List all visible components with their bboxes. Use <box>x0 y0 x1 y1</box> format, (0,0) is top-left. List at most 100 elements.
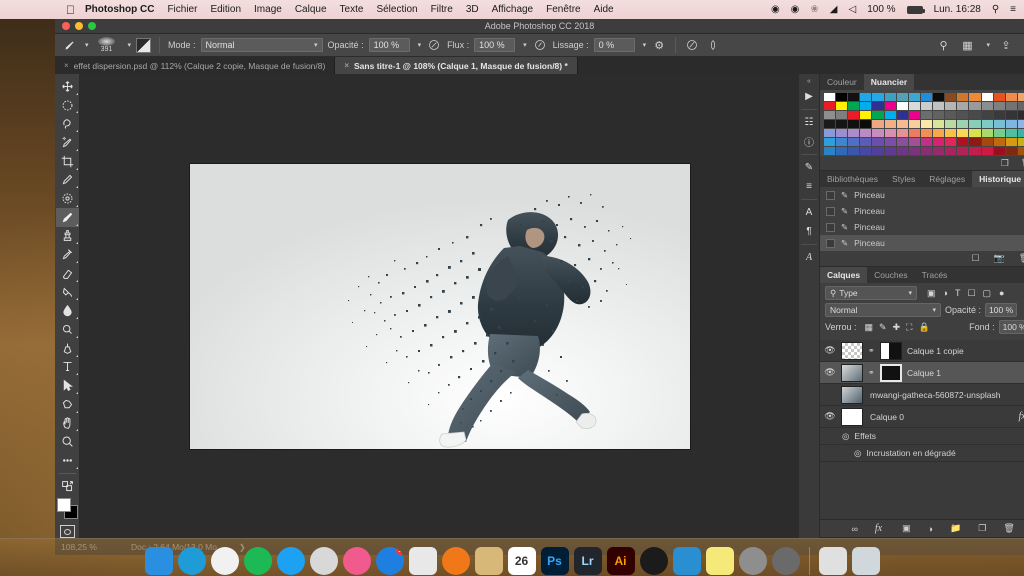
eye-icon[interactable]: ◎ <box>854 448 861 459</box>
tab-calques[interactable]: Calques <box>820 267 868 283</box>
hand-tool[interactable] <box>56 414 79 433</box>
color-swatch[interactable] <box>836 138 849 147</box>
eye-icon[interactable]: 👁 <box>824 367 836 378</box>
layer-effects-group[interactable]: ◎ Effets <box>820 428 1024 445</box>
battery-icon[interactable] <box>906 5 925 14</box>
color-swatch[interactable] <box>1017 129 1024 138</box>
shape-tool[interactable] <box>56 395 79 414</box>
link-icon[interactable]: ⚭ <box>868 346 875 355</box>
link-icon[interactable]: ⚭ <box>868 368 875 377</box>
close-icon[interactable]: × <box>64 61 69 70</box>
color-swatch[interactable] <box>957 93 970 102</box>
glyphs-icon[interactable]: A <box>799 248 819 267</box>
color-swatch[interactable] <box>981 138 994 147</box>
opacity-caret-icon[interactable]: ▾ <box>418 41 422 49</box>
wifi-icon[interactable]: ◢ <box>830 4 838 15</box>
color-swatch[interactable] <box>933 111 946 120</box>
color-swatch[interactable] <box>848 147 861 156</box>
menu-item-3d[interactable]: 3D <box>466 4 479 15</box>
menu-item-image[interactable]: Image <box>254 4 282 15</box>
dock-item-lightroom[interactable]: Lr <box>573 547 602 575</box>
record-icon[interactable]: ◉ <box>771 4 780 15</box>
quick-selection-tool[interactable] <box>56 133 79 152</box>
color-swatch[interactable] <box>872 147 885 156</box>
color-swatches[interactable] <box>56 498 78 520</box>
layer-effect-item[interactable]: ◎ Incrustation en dégradé <box>820 445 1024 462</box>
color-swatch[interactable] <box>848 111 861 120</box>
layer-fill-input[interactable]: 100 % <box>998 320 1024 334</box>
layer-filter-select[interactable]: ⚲ Type ▾ <box>825 286 917 300</box>
dock-item-chrome[interactable] <box>210 547 239 575</box>
color-swatch[interactable] <box>896 102 909 111</box>
color-swatch[interactable] <box>945 147 958 156</box>
layer-mask-thumbnail[interactable] <box>880 341 902 360</box>
tab-historique[interactable]: Historique <box>972 171 1024 187</box>
color-swatch[interactable] <box>908 111 921 120</box>
table-row[interactable]: 👁 Calque 0 fx ▴ <box>820 406 1024 428</box>
color-swatch[interactable] <box>957 120 970 129</box>
info-icon[interactable]: ⓘ <box>799 132 819 151</box>
color-swatch[interactable] <box>993 111 1006 120</box>
color-swatch[interactable] <box>1017 111 1024 120</box>
color-swatch[interactable] <box>836 102 849 111</box>
history-item[interactable]: ✎ Pinceau <box>820 219 1024 235</box>
color-swatch[interactable] <box>969 102 982 111</box>
color-swatch[interactable] <box>981 111 994 120</box>
color-swatch[interactable] <box>872 111 885 120</box>
lock-all-icon[interactable]: 🔒 <box>918 322 929 333</box>
menu-app-name[interactable]: Photoshop CC <box>85 4 154 15</box>
dock-item-downloads-stack[interactable] <box>818 547 847 575</box>
color-swatch[interactable] <box>945 111 958 120</box>
color-swatch[interactable] <box>957 138 970 147</box>
swatches-grid[interactable] <box>824 93 1024 156</box>
color-swatch[interactable] <box>957 147 970 156</box>
color-swatch[interactable] <box>957 102 970 111</box>
lock-transparent-icon[interactable]: ▦ <box>865 322 874 333</box>
adjustment-layer-icon[interactable]: ◑ <box>928 524 933 534</box>
smart-object-filter-icon[interactable]: ▢ <box>983 288 992 299</box>
eyedropper-tool[interactable] <box>56 171 79 190</box>
dock-item-calendar[interactable]: 26 <box>507 547 536 575</box>
color-swatch[interactable] <box>884 102 897 111</box>
mode-select[interactable]: Normal ▾ <box>200 38 323 52</box>
color-swatch[interactable] <box>993 138 1006 147</box>
trash-icon[interactable]: 🗑 <box>1003 523 1014 534</box>
new-layer-icon[interactable]: ❐ <box>978 523 986 534</box>
color-swatch[interactable] <box>860 93 873 102</box>
color-swatch[interactable] <box>872 129 885 138</box>
type-filter-icon[interactable]: T <box>955 288 961 298</box>
color-swatch[interactable] <box>969 147 982 156</box>
color-swatch[interactable] <box>993 93 1006 102</box>
color-swatch[interactable] <box>884 129 897 138</box>
color-swatch[interactable] <box>824 138 837 147</box>
search-icon[interactable]: ⚲ <box>992 4 999 15</box>
color-swatch[interactable] <box>824 129 837 138</box>
color-swatch[interactable] <box>872 102 885 111</box>
color-swatch[interactable] <box>920 111 934 120</box>
color-swatch[interactable] <box>993 120 1006 129</box>
color-swatch[interactable] <box>884 147 897 156</box>
move-tool[interactable] <box>56 77 79 96</box>
color-swatch[interactable] <box>945 138 958 147</box>
tab-styles[interactable]: Styles <box>885 171 922 187</box>
zoom-tool[interactable] <box>56 432 79 451</box>
color-swatch[interactable] <box>945 120 958 129</box>
color-swatch[interactable] <box>860 129 873 138</box>
share-icon[interactable]: ⇪ <box>998 37 1014 53</box>
history-item[interactable]: ✎ Pinceau <box>820 235 1024 251</box>
color-swatch[interactable] <box>920 102 934 111</box>
color-swatch[interactable] <box>824 102 837 111</box>
type-tool[interactable] <box>56 358 79 377</box>
color-swatch[interactable] <box>981 120 994 129</box>
adjustment-filter-icon[interactable]: ◑ <box>943 288 948 298</box>
menu-item-fenetre[interactable]: Fenêtre <box>546 4 580 15</box>
menu-item-fichier[interactable]: Fichier <box>167 4 197 15</box>
history-snapshot-checkbox[interactable] <box>826 238 835 248</box>
color-swatch[interactable] <box>896 147 909 156</box>
color-swatch[interactable] <box>896 120 909 129</box>
new-document-from-state-icon[interactable]: ☐ <box>972 253 980 264</box>
menu-clock[interactable]: Lun. 16:28 <box>934 4 981 15</box>
color-swatch[interactable] <box>908 147 921 156</box>
search-icon[interactable]: ⚲ <box>935 37 951 53</box>
menu-item-filtre[interactable]: Filtre <box>431 4 453 15</box>
